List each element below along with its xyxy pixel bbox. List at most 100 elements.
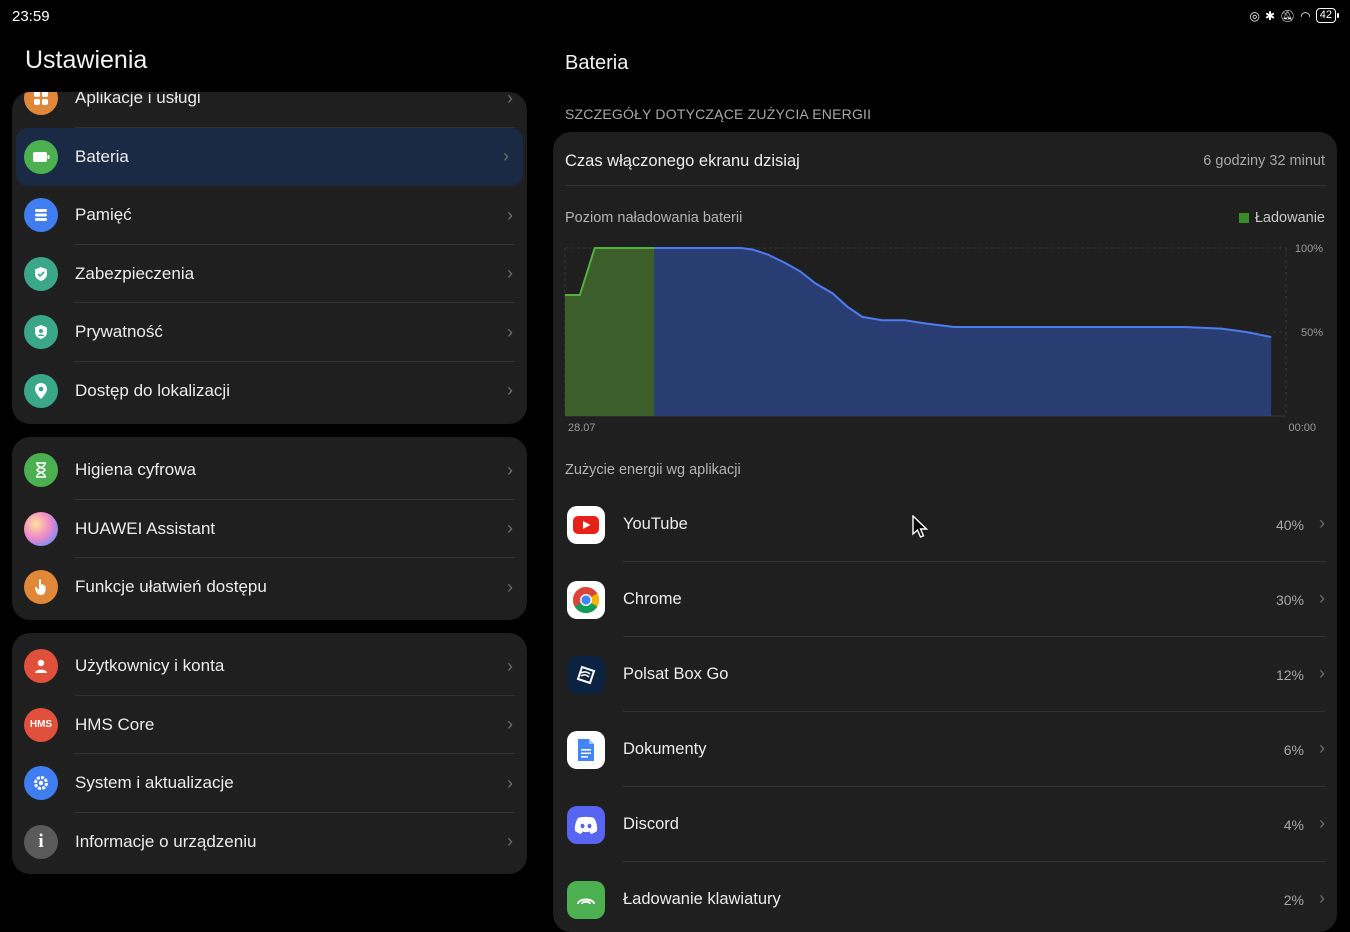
sidebar-item-apps[interactable]: Aplikacje i usługi › (12, 92, 527, 128)
battery-usage-card: Czas włączonego ekranu dzisiaj 6 godziny… (553, 132, 1337, 932)
sidebar-item-battery[interactable]: Bateria › (16, 127, 523, 186)
sidebar-item-label: Higiena cyfrowa (75, 460, 196, 480)
chevron-right-icon: › (507, 655, 513, 676)
location-icon (24, 373, 58, 408)
privacy-icon (24, 315, 58, 350)
app-percent: 40% (1275, 517, 1304, 533)
shield-icon (24, 256, 58, 291)
settings-group-1: Aplikacje i usługi › Bateria › Pamięć › … (12, 92, 527, 424)
sidebar-item-label: System i aktualizacje (75, 773, 234, 793)
chevron-right-icon: › (1319, 813, 1325, 833)
app-percent: 6% (1283, 742, 1304, 758)
app-percent: 12% (1275, 667, 1304, 683)
app-percent: 2% (1283, 892, 1304, 908)
discord-icon (567, 806, 605, 844)
bluetooth-icon: ✱ (1264, 8, 1276, 23)
sidebar-item-label: Użytkownicy i konta (75, 656, 225, 676)
app-row-keyboard-charging[interactable]: Ładowanie klawiatury 2% › (553, 862, 1337, 932)
sidebar-item-storage[interactable]: Pamięć › (12, 186, 527, 245)
chevron-right-icon: › (507, 714, 513, 735)
battery-area (565, 248, 1272, 416)
sidebar-item-about-device[interactable]: i Informacje o urządzeniu › (12, 813, 527, 872)
app-row-discord[interactable]: Discord 4% › (553, 787, 1337, 862)
hand-icon (24, 570, 58, 605)
sidebar-item-security[interactable]: Zabezpieczenia › (12, 245, 527, 303)
app-name: Dokumenty (623, 740, 707, 758)
keyboard-icon (567, 881, 605, 919)
chevron-right-icon: › (507, 380, 513, 401)
y-tick-label: 50% (1301, 327, 1323, 339)
wifi-icon: ◠ (1300, 8, 1311, 23)
chevron-right-icon: › (507, 831, 513, 852)
docs-icon (567, 731, 605, 769)
sidebar-item-label: Informacje o urządzeniu (75, 831, 257, 851)
sidebar-item-hms-core[interactable]: HMS HMS Core › (12, 696, 527, 754)
sidebar-item-label: Zabezpieczenia (75, 263, 195, 283)
chevron-right-icon: › (1319, 663, 1325, 683)
youtube-icon (567, 506, 605, 544)
apps-icon (24, 92, 58, 116)
battery-status-icon: 42 (1315, 8, 1340, 23)
storage-icon (24, 198, 58, 233)
app-row-youtube[interactable]: YouTube 40% › (553, 487, 1337, 562)
chevron-right-icon: › (1319, 738, 1325, 758)
chevron-right-icon: › (507, 204, 513, 225)
app-row-polsat[interactable]: Polsat Box Go 12% › (553, 637, 1337, 712)
user-icon (24, 649, 58, 684)
chevron-right-icon: › (507, 321, 513, 342)
chevron-right-icon: › (507, 92, 513, 108)
info-icon: i (24, 824, 58, 859)
chevron-right-icon: › (1319, 513, 1325, 533)
sidebar-item-accessibility[interactable]: Funkcje ułatwień dostępu › (12, 558, 527, 617)
chevron-right-icon: › (507, 576, 513, 597)
chevron-right-icon: › (507, 459, 513, 480)
app-row-chrome[interactable]: Chrome 30% › (553, 562, 1337, 637)
polsat-icon (567, 656, 605, 694)
chevron-right-icon: › (507, 263, 513, 284)
gear-icon (24, 766, 58, 801)
mute-icon: 🔕︎ (1280, 8, 1296, 23)
app-percent: 30% (1275, 592, 1304, 608)
sidebar-item-label: Pamięć (75, 205, 132, 225)
app-percent: 4% (1283, 817, 1304, 833)
status-icons: ◎ ✱ 🔕︎ ◠ 42 (1249, 8, 1340, 23)
charging-area (565, 248, 655, 416)
sidebar-item-users[interactable]: Użytkownicy i konta › (12, 637, 527, 696)
y-tick-label: 100% (1295, 243, 1323, 255)
settings-title: Ustawienia (25, 46, 148, 74)
sidebar-item-privacy[interactable]: Prywatność › (12, 303, 527, 362)
settings-group-3: Użytkownicy i konta › HMS HMS Core › Sys… (12, 633, 527, 874)
sidebar-item-location[interactable]: Dostęp do lokalizacji › (12, 362, 527, 421)
chrome-icon (567, 581, 605, 619)
battery-level-chart[interactable]: 100% 50% 28.07 00:00 (553, 132, 1337, 442)
app-name: Chrome (623, 590, 682, 608)
status-bar: 23:59 ◎ ✱ 🔕︎ ◠ 42 (0, 0, 1350, 34)
section-header: SZCZEGÓŁY DOTYCZĄCE ZUŻYCIA ENERGII (565, 106, 872, 122)
status-time: 23:59 (12, 8, 50, 25)
app-usage-title: Zużycie energii wg aplikacji (565, 462, 741, 478)
sidebar-item-system[interactable]: System i aktualizacje › (12, 754, 527, 813)
assistant-icon (24, 511, 58, 546)
sidebar-item-huawei-assistant[interactable]: HUAWEI Assistant › (12, 500, 527, 558)
x-tick-label: 00:00 (1288, 422, 1316, 434)
hourglass-icon (24, 453, 58, 488)
chevron-right-icon: › (1319, 588, 1325, 608)
app-usage-list: YouTube 40% › Chrome 30% › Polsat Box Go… (553, 487, 1337, 932)
app-row-docs[interactable]: Dokumenty 6% › (553, 712, 1337, 787)
settings-group-2: Higiena cyfrowa › HUAWEI Assistant › Fun… (12, 437, 527, 620)
x-tick-label: 28.07 (568, 422, 596, 434)
sidebar-item-label: Dostęp do lokalizacji (75, 380, 230, 400)
sidebar-item-label: HUAWEI Assistant (75, 518, 216, 538)
chevron-right-icon: › (507, 518, 513, 539)
sidebar-item-digital-wellbeing[interactable]: Higiena cyfrowa › (12, 441, 527, 500)
sidebar-item-label: Bateria (75, 146, 129, 166)
sidebar-item-label: HMS Core (75, 714, 155, 734)
chevron-right-icon: › (503, 146, 509, 167)
chevron-right-icon: › (1319, 888, 1325, 908)
app-name: Polsat Box Go (623, 665, 729, 683)
page-title: Bateria (565, 52, 629, 74)
app-name: YouTube (623, 515, 688, 533)
app-name: Discord (623, 815, 679, 833)
sidebar-item-label: Funkcje ułatwień dostępu (75, 577, 267, 597)
mouse-cursor-icon (912, 515, 929, 538)
